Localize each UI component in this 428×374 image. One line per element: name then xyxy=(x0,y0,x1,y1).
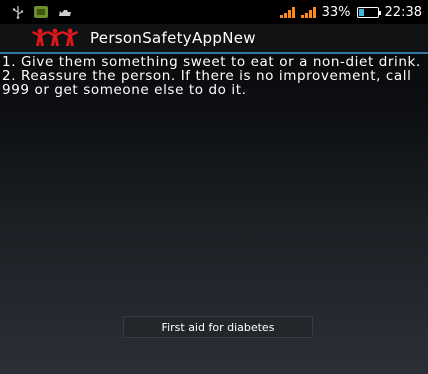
sim-card-icon xyxy=(34,6,48,18)
cat-icon xyxy=(58,7,72,17)
instruction-step-2: 2. Reassure the person. If there is no i… xyxy=(2,68,412,98)
app-title: PersonSafetyAppNew xyxy=(90,29,256,47)
signal-icon-2 xyxy=(300,6,316,18)
instructions-text: 1. Give them something sweet to eat or a… xyxy=(2,55,422,97)
status-bar: 33% 22:38 xyxy=(0,0,428,24)
status-bar-notifications xyxy=(0,5,72,19)
signal-icon-1 xyxy=(279,6,295,18)
battery-icon xyxy=(356,6,381,18)
action-bar: PersonSafetyAppNew xyxy=(0,24,428,52)
usb-icon xyxy=(12,5,24,19)
clock: 22:38 xyxy=(384,4,422,20)
battery-fill xyxy=(358,8,365,16)
app-screen: 33% 22:38 PersonSafetyAppNew 1. Give the… xyxy=(0,0,428,374)
instruction-step-1: 1. Give them something sweet to eat or a… xyxy=(2,54,421,70)
battery-percent: 33% xyxy=(321,4,351,20)
people-logo-icon[interactable] xyxy=(30,28,80,48)
toast-message: First aid for diabetes xyxy=(123,316,313,338)
status-bar-system: 33% 22:38 xyxy=(279,4,428,20)
